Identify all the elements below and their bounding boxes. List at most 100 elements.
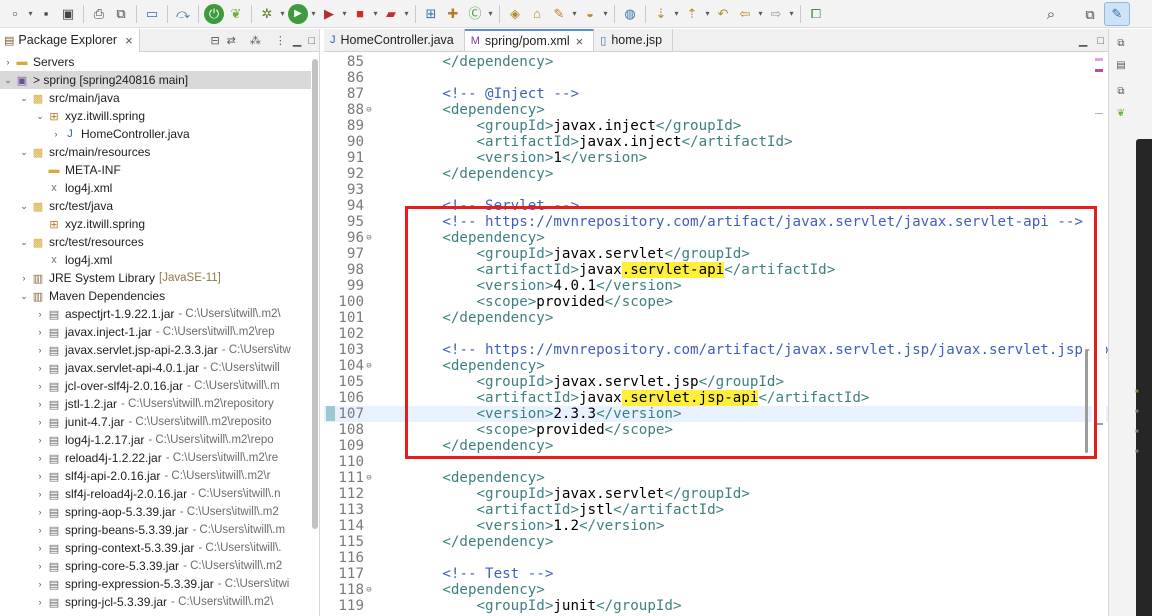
tree-item[interactable]: › ▤ javax.servlet.jsp-api-2.3.3.jar - C:\Us… (0, 341, 312, 359)
print-icon[interactable]: ⎙ (89, 4, 109, 24)
debug-dropdown-icon[interactable]: ▾ (278, 9, 287, 18)
tree-item[interactable]: ▬ META-INF (0, 161, 312, 179)
globe-icon[interactable]: ◍ (620, 4, 640, 24)
tree-item[interactable]: › ▤ spring-expression-5.3.39.jar - C:\Users… (0, 575, 312, 593)
next-annotation-icon[interactable]: ⇣ (651, 4, 671, 24)
code-line[interactable]: 114 <version>1.2</version> (324, 518, 1108, 534)
outline-icon[interactable]: ▤ (1114, 59, 1128, 73)
forward-dropdown-icon[interactable]: ▾ (787, 9, 796, 18)
tree-item[interactable]: › ▤ spring-beans-5.3.39.jar - C:\Users\itwi… (0, 521, 312, 539)
pin-icon[interactable]: ⧠ (806, 4, 826, 24)
terminal-icon[interactable]: ▭ (142, 4, 162, 24)
code-line[interactable]: 103 <!-- https://mvnrepository.com/artif… (324, 342, 1108, 358)
chevron-right-icon[interactable]: › (34, 597, 46, 607)
open-perspective-icon[interactable]: ⧉ (1080, 4, 1100, 24)
code-line[interactable]: 85 </dependency> (324, 54, 1108, 70)
minimize-icon[interactable]: ▁ (1079, 34, 1087, 47)
chevron-down-icon[interactable]: ⌄ (2, 75, 14, 86)
chevron-right-icon[interactable]: › (34, 507, 46, 517)
tree-item[interactable]: › ▤ javax.inject-1.jar - C:\Users\itwill\.m… (0, 323, 312, 341)
forward-icon[interactable]: ⇨ (766, 4, 786, 24)
tree-item[interactable]: ⌄ ⊞ xyz.itwill.spring (0, 107, 312, 125)
code-line[interactable]: 111 ⊖ <dependency> (324, 470, 1108, 486)
package-explorer-scrollbar[interactable] (311, 53, 319, 616)
search-icon[interactable]: ✎ (549, 4, 569, 24)
prev-annotation-icon[interactable]: ⇡ (682, 4, 702, 24)
open-folder-icon[interactable]: ◒ (580, 4, 600, 24)
collapse-all-icon[interactable]: ⊟ (210, 34, 219, 47)
chevron-down-icon[interactable]: ⌄ (18, 93, 30, 104)
bug-icon[interactable]: ✲ (257, 4, 277, 24)
coverage-icon[interactable]: ▶ (319, 4, 339, 24)
tree-item[interactable]: x log4j.xml (0, 251, 312, 269)
code-line[interactable]: 104 ⊖ <dependency> (324, 358, 1108, 374)
tree-item[interactable]: ⌄ ▩ src/test/resources (0, 233, 312, 251)
tree-item[interactable]: › ▤ aspectjrt-1.9.22.1.jar - C:\Users\itwil… (0, 305, 312, 323)
view-menu-icon[interactable]: ⋮ (275, 34, 286, 47)
back-icon[interactable]: ⇦ (735, 4, 755, 24)
open-task-icon[interactable]: ⌂ (527, 4, 547, 24)
chevron-right-icon[interactable]: › (34, 399, 46, 409)
spring-boot-icon[interactable]: ⏻ (204, 3, 224, 24)
chevron-right-icon[interactable]: › (34, 525, 46, 535)
new-class-dropdown-icon[interactable]: ▾ (486, 9, 495, 18)
chevron-right-icon[interactable]: › (34, 453, 46, 463)
chevron-right-icon[interactable]: › (34, 489, 46, 499)
code-line[interactable]: 92 </dependency> (324, 166, 1108, 182)
overview-ruler[interactable] (1092, 53, 1106, 616)
code-editor[interactable]: 85 </dependency> 86 87 <!-- @Inject --> 88 ⊖… (324, 53, 1108, 616)
maximize-icon[interactable]: □ (308, 35, 315, 47)
fold-collapse-icon[interactable]: ⊖ (364, 358, 374, 374)
maximize-icon[interactable]: □ (1097, 35, 1104, 47)
spring-icon[interactable]: ❦ (226, 4, 246, 24)
tree-item[interactable]: › ▬ Servers (0, 53, 312, 71)
save-icon[interactable]: ▪ (36, 4, 56, 24)
new-package-icon[interactable]: ✚ (443, 4, 463, 24)
tree-item[interactable]: › ▤ spring-jcl-5.3.39.jar - C:\Users\itwill… (0, 593, 312, 611)
overview-marker[interactable] (1095, 58, 1103, 61)
scrollbar-thumb[interactable] (1085, 349, 1088, 453)
tree-item[interactable]: › ▤ spring-context-5.3.39.jar - C:\Users\it… (0, 539, 312, 557)
new-java-project-icon[interactable]: ⊞ (421, 4, 441, 24)
code-line[interactable]: 102 (324, 326, 1108, 342)
tree-item[interactable]: › ▥ JRE System Library [JavaSE-11] (0, 269, 312, 287)
chevron-right-icon[interactable]: › (34, 327, 46, 337)
chevron-right-icon[interactable]: › (34, 579, 46, 589)
chevron-right-icon[interactable]: › (2, 57, 14, 67)
restore-icon[interactable]: ⧉ (1114, 85, 1128, 99)
tree-item[interactable]: › ▤ slf4j-api-2.0.16.jar - C:\Users\itwill\… (0, 467, 312, 485)
tree-item[interactable]: › ▤ spring-core-5.3.39.jar - C:\Users\itwil… (0, 557, 312, 575)
fold-collapse-icon[interactable]: ⊖ (364, 230, 374, 246)
external-tools-icon[interactable]: ▰ (381, 4, 401, 24)
new-icon[interactable]: ▫ (5, 4, 25, 24)
tree-item[interactable]: ⌄ ▩ src/test/java (0, 197, 312, 215)
code-line[interactable]: 105 <groupId>javax.servlet.jsp</groupId> (324, 374, 1108, 390)
tree-item[interactable]: › ▤ reload4j-1.2.22.jar - C:\Users\itwill\.… (0, 449, 312, 467)
tree-item[interactable]: ⌄ ▩ src/main/java (0, 89, 312, 107)
next-annotation-dropdown-icon[interactable]: ▾ (672, 9, 681, 18)
code-line[interactable]: 118 ⊖ <dependency> (324, 582, 1108, 598)
tree-item[interactable]: › J HomeController.java (0, 125, 312, 143)
close-icon[interactable]: × (576, 34, 584, 49)
tree-item[interactable]: ⊞ xyz.itwill.spring (0, 215, 312, 233)
minimize-icon[interactable]: ▁ (293, 34, 301, 47)
chevron-down-icon[interactable]: ⌄ (18, 201, 30, 212)
code-line[interactable]: 95 <!-- https://mvnrepository.com/artifa… (324, 214, 1108, 230)
chevron-right-icon[interactable]: › (34, 543, 46, 553)
code-line[interactable]: 119 <groupId>junit</groupId> (324, 598, 1108, 614)
chevron-right-icon[interactable]: › (34, 417, 46, 427)
scrollbar-thumb[interactable] (312, 59, 318, 529)
chevron-right-icon[interactable]: › (34, 309, 46, 319)
chevron-right-icon[interactable]: › (34, 381, 46, 391)
code-line[interactable]: 96 ⊖ <dependency> (324, 230, 1108, 246)
code-line[interactable]: 88 ⊖ <dependency> (324, 102, 1108, 118)
code-line[interactable]: 109 </dependency> (324, 438, 1108, 454)
folder-dropdown-icon[interactable]: ▾ (601, 9, 610, 18)
close-icon[interactable]: × (125, 33, 133, 48)
java-perspective-icon[interactable]: ✎ (1104, 2, 1130, 26)
new-dropdown-icon[interactable]: ▾ (26, 9, 35, 18)
search-dropdown-icon[interactable]: ▾ (570, 9, 579, 18)
tree-item[interactable]: › ▤ junit-4.7.jar - C:\Users\itwill\.m2\rep… (0, 413, 312, 431)
fold-collapse-icon[interactable]: ⊖ (364, 470, 374, 486)
last-edit-icon[interactable]: ↶ (713, 4, 733, 24)
